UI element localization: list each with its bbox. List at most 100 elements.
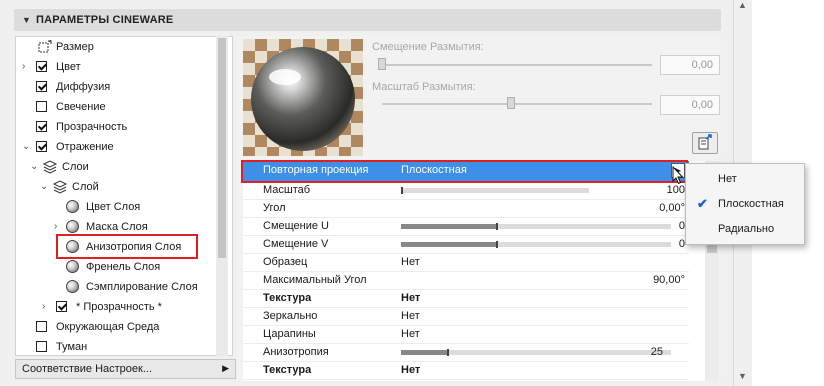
- checkbox[interactable]: [36, 61, 47, 72]
- selector-label: Соответствие Настроек...: [22, 363, 152, 375]
- property-name: Царапины: [263, 328, 316, 340]
- property-row[interactable]: Образец Нет: [243, 253, 689, 272]
- property-row[interactable]: Максимальный Угол 90,00°: [243, 271, 689, 290]
- property-row[interactable]: Анизотропия 25: [243, 343, 689, 362]
- offset-v-bar[interactable]: [401, 241, 671, 248]
- chevron-down-icon[interactable]: ⌄: [30, 157, 38, 177]
- bar-marker[interactable]: [496, 241, 498, 248]
- property-grid: Масштаб 100 Угол 0,00° Смещение U 0 Смещ…: [243, 161, 705, 381]
- menu-item-label: Плоскостная: [718, 198, 784, 210]
- checkbox[interactable]: [56, 301, 67, 312]
- property-value: Нет: [401, 364, 421, 376]
- property-name: Смещение V: [263, 238, 329, 250]
- menu-item-label: Нет: [718, 173, 737, 185]
- blur-offset-label: Смещение Размытия:: [372, 41, 484, 53]
- tree-item-label: * Прозрачность *: [76, 301, 162, 313]
- highlight-frame: [56, 234, 198, 259]
- property-row[interactable]: Зеркально Нет: [243, 307, 689, 326]
- scale-bar[interactable]: [401, 187, 589, 194]
- tree-item-label: Цвет Слоя: [86, 201, 141, 213]
- property-row[interactable]: Смещение V 0: [243, 235, 689, 254]
- property-row[interactable]: Текстура Нет: [243, 361, 689, 380]
- material-ball-icon: [66, 260, 79, 273]
- property-name: Текстура: [263, 292, 312, 304]
- bar-marker[interactable]: [401, 187, 403, 194]
- property-name: Максимальный Угол: [263, 274, 367, 286]
- blur-scale-slider[interactable]: [382, 103, 652, 105]
- material-preview: [243, 39, 363, 156]
- blur-offset-input[interactable]: 0,00: [660, 55, 720, 75]
- tree-item-label: Слои: [62, 161, 89, 173]
- preview-sphere-icon: [243, 39, 363, 156]
- anisotropy-bar[interactable]: [401, 349, 671, 356]
- tree-scrollbar[interactable]: [216, 36, 228, 356]
- slider-knob[interactable]: [507, 97, 515, 109]
- tree-item-label: Френель Слоя: [86, 261, 161, 273]
- scroll-up-icon[interactable]: ▲: [738, 0, 747, 10]
- property-row[interactable]: Смещение U 0: [243, 217, 689, 236]
- checkbox[interactable]: [36, 81, 47, 92]
- chevron-down-icon[interactable]: ⌄: [22, 137, 30, 157]
- tree-item-label: Прозрачность: [56, 121, 128, 133]
- material-ball-icon: [66, 280, 79, 293]
- layers-icon: [52, 180, 68, 194]
- blur-scale-input[interactable]: 0,00: [660, 95, 720, 115]
- slider-knob[interactable]: [378, 58, 386, 70]
- document-export-icon: [698, 134, 712, 150]
- property-name: Образец: [263, 256, 308, 268]
- tree-item-label: Размер: [56, 41, 94, 53]
- checkbox[interactable]: [36, 101, 47, 112]
- scroll-thumb[interactable]: [218, 38, 226, 258]
- checkbox[interactable]: [36, 121, 47, 132]
- resize-icon: [38, 40, 52, 53]
- tree-item-label: Свечение: [56, 101, 106, 113]
- property-name: Текстура: [263, 364, 312, 376]
- property-row[interactable]: Царапины Нет: [243, 325, 689, 344]
- chevron-right-icon[interactable]: ›: [42, 297, 45, 317]
- property-name: Угол: [263, 202, 286, 214]
- property-row[interactable]: Масштаб 100: [243, 181, 689, 200]
- bar-fill: [401, 224, 497, 229]
- section-title: ПАРАМЕТРЫ CINEWARE: [36, 14, 174, 26]
- chevron-right-icon[interactable]: ›: [22, 57, 25, 77]
- property-value: Нет: [401, 292, 421, 304]
- bar-fill: [401, 350, 447, 355]
- checkbox[interactable]: [36, 341, 47, 352]
- material-ball-icon: [66, 200, 79, 213]
- bar-marker[interactable]: [447, 349, 449, 356]
- property-value: 25: [650, 346, 663, 358]
- tree-item-label: Туман: [56, 341, 88, 353]
- bar-fill: [401, 242, 497, 247]
- settings-match-selector[interactable]: Соответствие Настроек... ▶: [15, 359, 236, 379]
- property-value: Нет: [401, 328, 420, 340]
- property-value: Нет: [401, 256, 420, 268]
- export-button[interactable]: [692, 132, 718, 154]
- property-name: Анизотропия: [263, 346, 329, 358]
- checkmark-icon: ✔: [697, 196, 708, 211]
- section-header[interactable]: ▼ ПАРАМЕТРЫ CINEWARE: [14, 9, 721, 31]
- chevron-down-icon[interactable]: ⌄: [40, 177, 48, 197]
- checkbox[interactable]: [36, 321, 47, 332]
- offset-u-bar[interactable]: [401, 223, 671, 230]
- layers-icon: [42, 160, 58, 174]
- blur-offset-slider[interactable]: [382, 64, 652, 66]
- settings-window: ▼ ПАРАМЕТРЫ CINEWARE Размер › Цвет Диффу…: [0, 0, 738, 386]
- tree-item-label: Диффузия: [56, 81, 111, 93]
- menu-item-radial[interactable]: Радиально: [686, 217, 804, 241]
- property-value: 90,00°: [653, 274, 685, 286]
- tree-item-label: Сэмплирование Слоя: [86, 281, 198, 293]
- checkbox[interactable]: [36, 141, 47, 152]
- tree-item-label: Цвет: [56, 61, 81, 73]
- reprojection-dropdown-menu: Нет ✔ Плоскостная Радиально: [685, 163, 805, 245]
- property-row[interactable]: Угол 0,00°: [243, 199, 689, 218]
- property-row[interactable]: Текстура Нет: [243, 289, 689, 308]
- mouse-cursor-icon: [672, 166, 684, 185]
- bar-marker[interactable]: [496, 223, 498, 230]
- collapse-triangle-icon[interactable]: ▼: [22, 15, 31, 25]
- triangle-right-icon: ▶: [222, 363, 229, 373]
- material-ball-icon: [66, 220, 79, 233]
- menu-item-planar[interactable]: ✔ Плоскостная: [686, 192, 804, 216]
- property-value: Нет: [401, 310, 420, 322]
- scroll-down-icon[interactable]: ▼: [738, 371, 747, 381]
- menu-item-none[interactable]: Нет: [686, 167, 804, 191]
